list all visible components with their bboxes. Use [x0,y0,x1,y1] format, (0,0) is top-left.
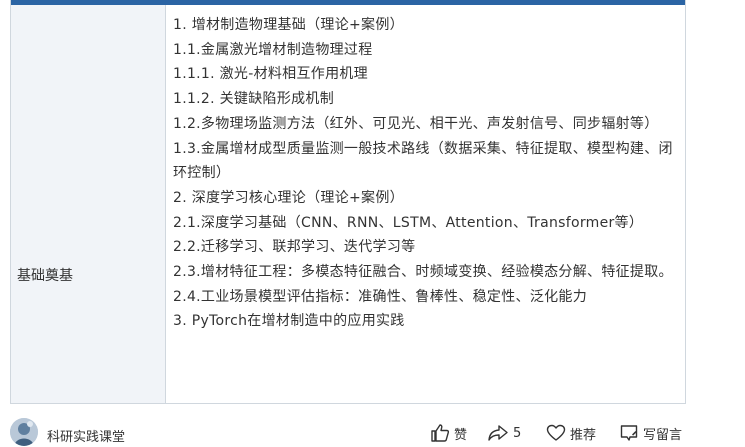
article-footer: 科研实践课堂 赞 5 推荐 写留言 [0,416,745,447]
left-cell-label: 基础奠基 [17,268,73,284]
comment-icon [620,425,638,441]
like-button[interactable]: 赞 [430,422,467,444]
share-count: 5 [513,425,522,441]
right-cell: 1. 增材制造物理基础（理论+案例） 1.1.金属激光增材制造物理过程 1.1.… [166,5,685,403]
avatar[interactable] [10,418,38,446]
list-item: 2.3.增材特征工程：多模态特征融合、时频域变换、经验模态分解、特征提取。 [173,264,673,281]
left-cell: 基础奠基 [11,5,166,403]
outline-list: 1. 增材制造物理基础（理论+案例） 1.1.金属激光增材制造物理过程 1.1.… [166,5,685,334]
thumbs-up-icon [431,424,450,442]
list-item: 2.2.迁移学习、联邦学习、迭代学习等 [173,239,416,256]
list-item: 2.4.工业场景模型评估指标：准确性、鲁棒性、稳定性、泛化能力 [173,288,588,305]
list-item: 2. 深度学习核心理论（理论+案例） [173,189,404,206]
list-item: 1.1.2. 关键缺陷形成机制 [173,91,335,108]
share-icon [488,425,508,441]
comment-label: 写留言 [643,427,683,443]
recommend-label: 推荐 [570,427,597,443]
list-item: 3. PyTorch在增材制造中的应用实践 [173,313,405,330]
list-item: 1.1.1. 激光-材料相互作用机理 [173,66,368,83]
like-label: 赞 [454,427,468,443]
content-table: 基础奠基 1. 增材制造物理基础（理论+案例） 1.1.金属激光增材制造物理过程… [10,0,686,404]
list-item: 1.3.金属增材成型质量监测一般技术路线（数据采集、特征提取、模型构建、闭环控制… [173,140,673,182]
list-item: 1.2.多物理场监测方法（红外、可见光、相干光、声发射信号、同步辐射等） [173,115,659,132]
list-item: 2.1.深度学习基础（CNN、RNN、LSTM、Attention、Transf… [173,214,644,231]
list-item: 1.1.金属激光增材制造物理过程 [173,41,373,58]
recommend-button[interactable]: 推荐 [546,422,596,444]
comment-button[interactable]: 写留言 [619,422,682,444]
account-name[interactable]: 科研实践课堂 [47,426,125,445]
share-button[interactable]: 5 [487,422,521,444]
list-item: 1. 增材制造物理基础（理论+案例） [173,17,404,33]
heart-icon [546,424,566,441]
